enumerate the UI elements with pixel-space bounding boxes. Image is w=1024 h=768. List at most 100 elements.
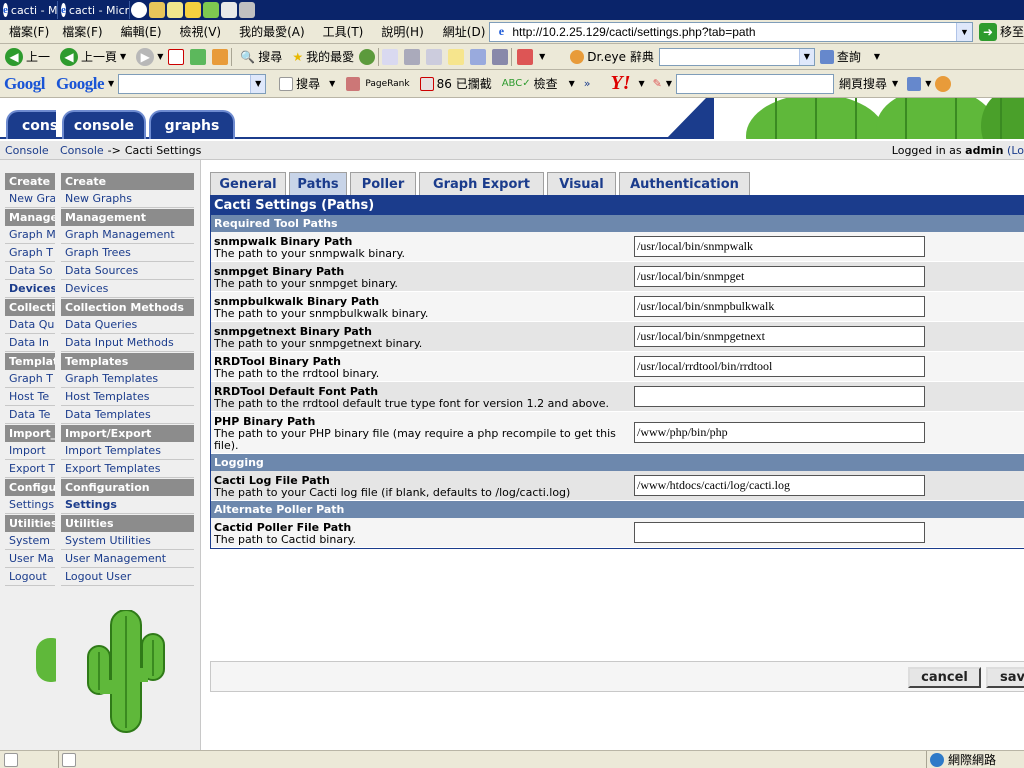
snmpgetnext-binary-path-input[interactable] bbox=[634, 326, 925, 347]
chevron-down-icon[interactable]: ▼ bbox=[798, 48, 814, 65]
ie-icon[interactable] bbox=[131, 2, 147, 18]
favorites-button[interactable]: ★ 我的最愛 bbox=[287, 48, 359, 65]
menu-favorites[interactable]: 我的最愛(A) bbox=[230, 23, 314, 40]
cacti-log-file-path-input[interactable] bbox=[634, 475, 925, 496]
tab-console[interactable]: console bbox=[62, 110, 146, 139]
options-icon[interactable] bbox=[346, 76, 361, 91]
google-logo-bg[interactable]: Googl bbox=[4, 74, 56, 94]
bg-menu-item[interactable]: Settings bbox=[5, 496, 55, 514]
background-browser-window[interactable]: cons Console Create New Gra Manage Graph MG… bbox=[0, 98, 58, 750]
tab-authentication[interactable]: Authentication bbox=[619, 172, 750, 195]
bg-menu-item[interactable]: Data In bbox=[5, 334, 55, 352]
more-chevron[interactable]: » bbox=[584, 77, 591, 90]
chevron-down-icon[interactable]: ▼ bbox=[955, 22, 972, 41]
sidebar-item-graph-trees[interactable]: Graph Trees bbox=[61, 244, 194, 262]
chevron-down-icon[interactable]: ▼ bbox=[539, 52, 545, 61]
cancel-button[interactable]: cancel bbox=[908, 667, 981, 688]
popup-blocker-button[interactable]: 86 已攔截 bbox=[415, 75, 497, 92]
sidebar-item-data-sources[interactable]: Data Sources bbox=[61, 262, 194, 280]
home-icon[interactable] bbox=[212, 48, 229, 65]
bg-menu-item[interactable]: Graph T bbox=[5, 244, 55, 262]
address-input[interactable]: http://10.2.25.129/cacti/settings.php?ta… bbox=[512, 25, 956, 39]
tab-graphs[interactable]: graphs bbox=[149, 110, 235, 139]
bg-menu-item[interactable]: System bbox=[5, 532, 55, 550]
back-button[interactable]: ◀ 上一頁 ▼ bbox=[55, 47, 131, 66]
sidebar-item-data-input-methods[interactable]: Data Input Methods bbox=[61, 334, 194, 352]
layout-icon[interactable] bbox=[907, 76, 922, 91]
rrdtool-binary-path-input[interactable] bbox=[634, 356, 925, 377]
search-button[interactable]: 🔍 搜尋 bbox=[235, 48, 287, 65]
google-search-button[interactable]: 搜尋 ▼ bbox=[274, 75, 340, 92]
translate-icon[interactable] bbox=[517, 48, 534, 65]
dreye-button[interactable]: Dr.eye 辭典 bbox=[565, 48, 659, 65]
bg-breadcrumb-console[interactable]: Console bbox=[5, 144, 49, 157]
cactid-poller-file-path-input[interactable] bbox=[634, 522, 925, 543]
sidebar-item-export-templates[interactable]: Export Templates bbox=[61, 460, 194, 478]
taskbar-item-cacti-1[interactable]: e cacti - M bbox=[0, 1, 58, 19]
breadcrumb-console[interactable]: Console bbox=[60, 144, 104, 157]
bg-menu-item[interactable]: Graph M bbox=[5, 226, 55, 244]
chevron-down-icon[interactable]: ▼ bbox=[925, 79, 931, 88]
highlighter-icon[interactable]: ✎ bbox=[653, 77, 662, 90]
chevron-down-icon[interactable]: ▼ bbox=[120, 52, 126, 61]
bg-menu-item[interactable]: New Gra bbox=[5, 190, 55, 208]
sidebar-item-data-queries[interactable]: Data Queries bbox=[61, 316, 194, 334]
menu-edit[interactable]: 編輯(E) bbox=[112, 23, 171, 40]
bg-menu-item[interactable]: Import bbox=[5, 442, 55, 460]
tab-paths[interactable]: Paths bbox=[289, 172, 347, 195]
refresh-icon[interactable] bbox=[190, 48, 207, 65]
chevron-down-icon[interactable]: ▼ bbox=[329, 79, 335, 88]
folder-icon[interactable] bbox=[149, 2, 165, 18]
php-binary-path-input[interactable] bbox=[634, 422, 925, 443]
go-button[interactable]: ➜ 移至 bbox=[978, 22, 1024, 41]
mail-icon[interactable] bbox=[382, 48, 399, 65]
logout-link[interactable]: (Lo bbox=[1007, 144, 1024, 157]
chevron-down-icon[interactable]: ▼ bbox=[157, 52, 163, 61]
sidebar-item-devices[interactable]: Devices bbox=[61, 280, 194, 298]
sidebar-item-graph-templates[interactable]: Graph Templates bbox=[61, 370, 194, 388]
taskbar-item-cacti-2[interactable]: e cacti - Micr bbox=[58, 1, 130, 19]
sidebar-item-new-graphs[interactable]: New Graphs bbox=[61, 190, 194, 208]
bg-menu-item[interactable]: Graph T bbox=[5, 370, 55, 388]
sidebar-item-logout-user[interactable]: Logout User bbox=[61, 568, 194, 586]
sidebar-item-import-templates[interactable]: Import Templates bbox=[61, 442, 194, 460]
doc-icon[interactable] bbox=[221, 2, 237, 18]
web-search-button[interactable]: 網頁搜尋 ▼ bbox=[834, 75, 903, 92]
chevron-down-icon[interactable]: ▼ bbox=[639, 79, 645, 88]
tab-visual[interactable]: Visual bbox=[547, 172, 616, 195]
tab-poller[interactable]: Poller bbox=[350, 172, 416, 195]
spellcheck-button[interactable]: ABC✓ 檢查 ▼ bbox=[497, 75, 580, 92]
sidebar-item-settings[interactable]: Settings bbox=[61, 496, 194, 514]
stop-icon[interactable] bbox=[168, 48, 185, 65]
research-icon[interactable] bbox=[492, 48, 509, 65]
print-icon[interactable] bbox=[404, 48, 421, 65]
bg-menu-item[interactable]: Data Qu bbox=[5, 316, 55, 334]
forward-button[interactable]: ▶ ▼ bbox=[131, 47, 168, 66]
bg-menu-item[interactable]: Devices bbox=[5, 280, 55, 298]
bg-menu-item[interactable]: Logout bbox=[5, 568, 55, 586]
compass-icon[interactable] bbox=[935, 75, 952, 92]
pagerank-indicator[interactable]: PageRank bbox=[360, 79, 414, 89]
chevron-down-icon[interactable]: ▼ bbox=[250, 74, 266, 93]
dreye-search-input[interactable]: ▼ bbox=[658, 47, 815, 66]
discuss-icon[interactable] bbox=[448, 48, 465, 65]
chevron-down-icon[interactable]: ▼ bbox=[892, 79, 898, 88]
pen-icon[interactable] bbox=[185, 2, 201, 18]
sidebar-item-graph-management[interactable]: Graph Management bbox=[61, 226, 194, 244]
yahoo-logo[interactable]: Y! bbox=[611, 72, 631, 95]
bg-menu-item[interactable]: Data So bbox=[5, 262, 55, 280]
yahoo-search-input[interactable] bbox=[676, 73, 835, 94]
sidebar-item-user-management[interactable]: User Management bbox=[61, 550, 194, 568]
history-icon[interactable] bbox=[359, 48, 376, 65]
bg-menu-item[interactable]: Host Te bbox=[5, 388, 55, 406]
snmpwalk-binary-path-input[interactable] bbox=[634, 236, 925, 257]
query-button[interactable]: 查詢 ▼ bbox=[815, 48, 885, 65]
chevron-down-icon[interactable]: ▼ bbox=[569, 79, 575, 88]
chevron-down-icon[interactable]: ▼ bbox=[666, 79, 672, 88]
menu-tools[interactable]: 工具(T) bbox=[314, 23, 373, 40]
bg-menu-item[interactable]: Export T bbox=[5, 460, 55, 478]
rrdtool-default-font-path-input[interactable] bbox=[634, 386, 925, 407]
sidebar-item-host-templates[interactable]: Host Templates bbox=[61, 388, 194, 406]
bell-icon[interactable] bbox=[203, 2, 219, 18]
chevron-down-icon[interactable]: ▼ bbox=[108, 79, 114, 88]
